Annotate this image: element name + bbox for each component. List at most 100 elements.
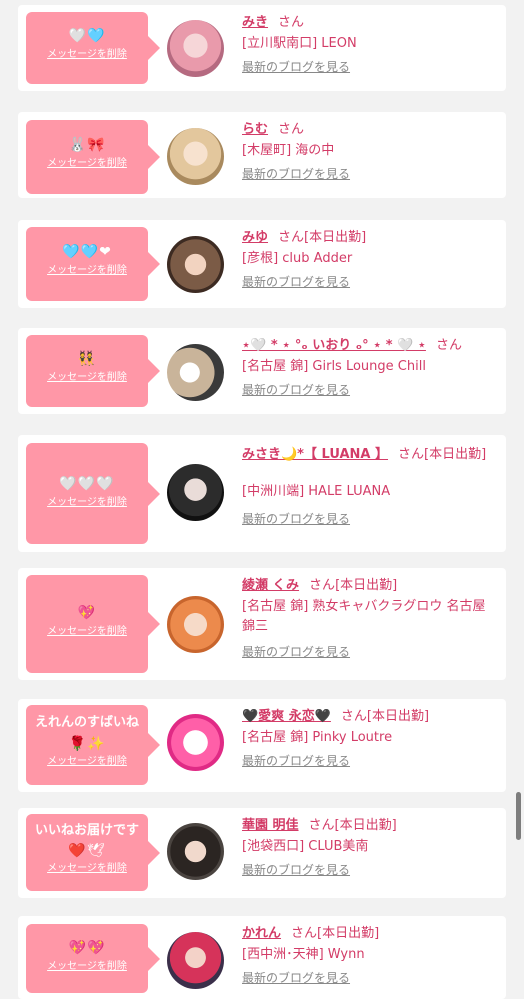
message-card: 🤍🩵 メッセージを削除 みき さん [立川駅南口] LEON 最新のブログを見る — [18, 5, 506, 91]
message-card: 🤍🤍🤍 メッセージを削除 みさき🌙*【 LUANA 】さん[本日出勤] [中洲川… — [18, 435, 506, 552]
message-text: いいねお届けです — [34, 823, 139, 838]
shop-info: [西中洲･天神] Wynn — [242, 947, 365, 962]
message-card: 💖 メッセージを削除 綾瀬 くみ さん[本日出勤] [名古屋 錦] 熟女キャバクラ… — [18, 568, 506, 680]
delete-message-button[interactable]: メッセージを削除 — [26, 862, 148, 876]
shop-info: [池袋西口] CLUB美南 — [242, 839, 369, 854]
latest-blog-link[interactable]: 最新のブログを見る — [242, 275, 350, 289]
honorific: さん — [278, 230, 305, 245]
message-emoji: 🌹✨ — [68, 736, 106, 752]
card-info: 綾瀬 くみ さん[本日出勤] [名古屋 錦] 熟女キャバクラグロウ 名古屋錦三 最… — [242, 577, 498, 660]
member-name-link[interactable]: みさき🌙*【 LUANA 】 — [242, 447, 388, 462]
delete-message-button[interactable]: メッセージを削除 — [26, 157, 148, 171]
delete-message-button[interactable]: メッセージを削除 — [26, 264, 148, 278]
name-line: らむ さん — [242, 121, 498, 138]
card-info: みゆ さん[本日出勤] [彦根] club Adder 最新のブログを見る — [242, 229, 498, 290]
latest-blog-link[interactable]: 最新のブログを見る — [242, 383, 350, 397]
member-name-link[interactable]: みゆ — [242, 230, 268, 245]
honorific: さん — [278, 122, 305, 137]
name-line: かれん さん[本日出勤] — [242, 925, 498, 942]
message-emoji: 👯 — [77, 351, 97, 367]
card-info: みさき🌙*【 LUANA 】さん[本日出勤] [中洲川端] HALE LUANA… — [242, 446, 498, 527]
avatar[interactable] — [167, 344, 224, 401]
message-bubble: 🤍🩵 メッセージを削除 — [26, 12, 160, 84]
latest-blog-link[interactable]: 最新のブログを見る — [242, 512, 350, 526]
latest-blog-link[interactable]: 最新のブログを見る — [242, 167, 350, 181]
latest-blog-link[interactable]: 最新のブログを見る — [242, 645, 350, 659]
message-bubble: えれんのすばいね 🌹✨ メッセージを削除 — [26, 705, 160, 785]
message-bubble: 👯 メッセージを削除 — [26, 335, 160, 407]
member-name-link[interactable]: かれん — [242, 926, 281, 941]
member-name-link[interactable]: らむ — [242, 122, 268, 137]
avatar[interactable] — [167, 932, 224, 989]
honorific: さん — [291, 926, 318, 941]
name-line: みき さん — [242, 14, 498, 31]
latest-blog-link[interactable]: 最新のブログを見る — [242, 60, 350, 74]
shop-info: [名古屋 錦] Girls Lounge Chill — [242, 359, 426, 374]
status-badge: [本日出勤] — [334, 818, 397, 833]
honorific: さん — [308, 818, 335, 833]
message-card: 🐰🎀 メッセージを削除 らむ さん [木屋町] 海の中 最新のブログを見る — [18, 112, 506, 198]
message-card: いいねお届けです ❤️🕊 メッセージを削除 華園 明佳 さん[本日出勤] [池袋西… — [18, 808, 506, 898]
message-card: 💖💖 メッセージを削除 かれん さん[本日出勤] [西中洲･天神] Wynn 最新… — [18, 916, 506, 999]
honorific: さん — [309, 578, 336, 593]
message-emoji: 🤍🤍🤍 — [59, 476, 115, 492]
card-info: らむ さん [木屋町] 海の中 最新のブログを見る — [242, 121, 498, 182]
avatar[interactable] — [167, 464, 224, 521]
message-emoji: 🤍🩵 — [68, 28, 106, 44]
scrollbar[interactable] — [516, 792, 521, 840]
delete-message-button[interactable]: メッセージを削除 — [26, 496, 148, 510]
message-text: えれんのすばいね — [34, 715, 139, 730]
message-emoji: 🩵🩵❤ — [62, 244, 112, 260]
name-line: みさき🌙*【 LUANA 】さん[本日出勤] — [242, 446, 498, 463]
honorific: さん — [398, 447, 425, 462]
avatar[interactable] — [167, 236, 224, 293]
message-bubble: 💖 メッセージを削除 — [26, 575, 160, 673]
status-badge: [本日出勤] — [424, 447, 487, 462]
latest-blog-link[interactable]: 最新のブログを見る — [242, 754, 350, 768]
name-line: 綾瀬 くみ さん[本日出勤] — [242, 577, 498, 594]
status-badge: [本日出勤] — [304, 230, 367, 245]
avatar[interactable] — [167, 20, 224, 77]
message-card: 👯 メッセージを削除 ⋆🤍 * ⋆ °ₒ いおり ₒ° ⋆ * 🤍 ⋆ さん [名… — [18, 328, 506, 414]
card-info: みき さん [立川駅南口] LEON 最新のブログを見る — [242, 14, 498, 75]
message-emoji: ❤️🕊 — [68, 843, 106, 859]
card-info: ⋆🤍 * ⋆ °ₒ いおり ₒ° ⋆ * 🤍 ⋆ さん [名古屋 錦] Girls… — [242, 337, 498, 398]
member-name-link[interactable]: みき — [242, 15, 268, 30]
name-line: 🖤愛爽 永恋🖤 さん[本日出勤] — [242, 708, 498, 725]
shop-info: [中洲川端] HALE LUANA — [242, 484, 391, 499]
card-info: 華園 明佳 さん[本日出勤] [池袋西口] CLUB美南 最新のブログを見る — [242, 817, 498, 878]
status-badge: [本日出勤] — [366, 709, 430, 724]
member-name-link[interactable]: 🖤愛爽 永恋🖤 — [242, 709, 331, 724]
shop-info: [名古屋 錦] 熟女キャバクラグロウ 名古屋錦三 — [242, 599, 486, 634]
avatar[interactable] — [167, 128, 224, 185]
message-bubble: 💖💖 メッセージを削除 — [26, 924, 160, 993]
delete-message-button[interactable]: メッセージを削除 — [26, 755, 148, 769]
status-badge: [本日出勤] — [335, 578, 398, 593]
avatar[interactable] — [167, 823, 224, 880]
name-line: 華園 明佳 さん[本日出勤] — [242, 817, 498, 834]
delete-message-button[interactable]: メッセージを削除 — [26, 48, 148, 62]
name-line: みゆ さん[本日出勤] — [242, 229, 498, 246]
avatar[interactable] — [167, 596, 224, 653]
card-info: かれん さん[本日出勤] [西中洲･天神] Wynn 最新のブログを見る — [242, 925, 498, 986]
honorific: さん — [278, 15, 305, 30]
latest-blog-link[interactable]: 最新のブログを見る — [242, 971, 350, 985]
message-emoji: 🐰🎀 — [68, 137, 106, 153]
shop-info: [名古屋 錦] Pinky Loutre — [242, 730, 393, 745]
message-bubble: 🐰🎀 メッセージを削除 — [26, 120, 160, 194]
shop-info: [彦根] club Adder — [242, 251, 353, 266]
card-info: 🖤愛爽 永恋🖤 さん[本日出勤] [名古屋 錦] Pinky Loutre 最新の… — [242, 708, 498, 769]
message-bubble: いいねお届けです ❤️🕊 メッセージを削除 — [26, 814, 160, 891]
message-bubble: 🩵🩵❤ メッセージを削除 — [26, 227, 160, 301]
avatar[interactable] — [167, 714, 224, 771]
member-name-link[interactable]: ⋆🤍 * ⋆ °ₒ いおり ₒ° ⋆ * 🤍 ⋆ — [242, 338, 426, 353]
delete-message-button[interactable]: メッセージを削除 — [26, 960, 148, 974]
message-emoji: 💖💖 — [68, 940, 106, 956]
delete-message-button[interactable]: メッセージを削除 — [26, 625, 148, 639]
member-name-link[interactable]: 華園 明佳 — [242, 818, 299, 833]
message-card: 🩵🩵❤ メッセージを削除 みゆ さん[本日出勤] [彦根] club Adder … — [18, 220, 506, 308]
latest-blog-link[interactable]: 最新のブログを見る — [242, 863, 350, 877]
message-card: えれんのすばいね 🌹✨ メッセージを削除 🖤愛爽 永恋🖤 さん[本日出勤] [名古… — [18, 699, 506, 792]
delete-message-button[interactable]: メッセージを削除 — [26, 371, 148, 385]
member-name-link[interactable]: 綾瀬 くみ — [242, 578, 299, 593]
